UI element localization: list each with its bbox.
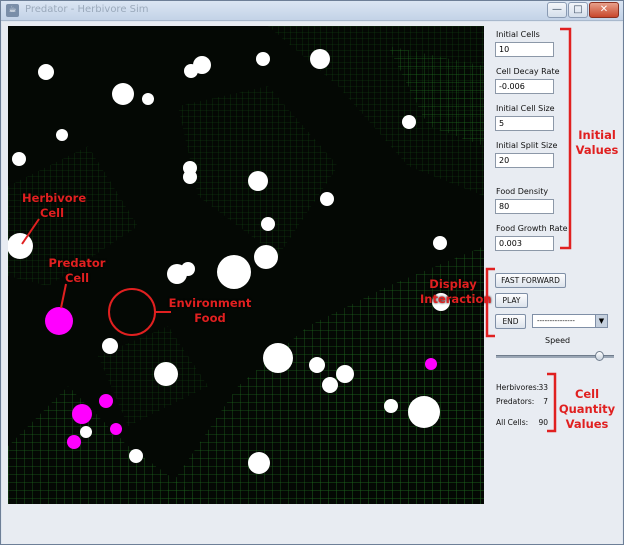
window-title: Predator - Herbivore Sim — [25, 4, 149, 15]
all-cells-count-label: All Cells: — [496, 418, 529, 427]
environment-annotation-line1: Environment — [168, 296, 252, 310]
herbivore-annotation-line2: Cell — [39, 206, 65, 220]
initial-cells-field[interactable]: 10 — [495, 42, 554, 57]
display-annotation-line2: Interaction — [420, 292, 492, 306]
herbivore-cell — [256, 52, 270, 66]
food-density-label: Food Density — [496, 187, 549, 196]
herbivore-cell — [433, 236, 447, 250]
herbivore-cell — [181, 262, 195, 276]
display-annotation: Display Interaction — [420, 277, 492, 307]
environment-annotation-line2: Food — [194, 311, 226, 325]
herbivore-cell — [248, 171, 268, 191]
food-growth-rate-field[interactable]: 0.003 — [495, 236, 554, 251]
title-bar[interactable]: ☕ Predator - Herbivore Sim — □ ✕ — [1, 1, 623, 21]
herbivore-cell — [310, 49, 330, 69]
all-cells-count-value: 90 — [538, 418, 548, 427]
herbivore-cell — [38, 64, 54, 80]
herbivore-cell — [322, 377, 338, 393]
food-growth-rate-label: Food Growth Rate — [496, 224, 568, 233]
herbivore-annotation-line1: Herbivore — [22, 191, 87, 205]
herbivore-cell — [56, 129, 68, 141]
cell-decay-rate-label: Cell Decay Rate — [496, 67, 560, 76]
cell-decay-rate-field[interactable]: -0.006 — [495, 79, 554, 94]
chevron-down-icon[interactable]: ▼ — [595, 315, 607, 327]
java-app-icon: ☕ — [6, 4, 19, 17]
end-button[interactable]: END — [495, 314, 526, 329]
herbivore-cell — [309, 357, 325, 373]
predator-annotation-line2: Cell — [64, 271, 90, 285]
herbivore-cell — [248, 452, 270, 474]
herbivore-cell — [254, 245, 278, 269]
herbivores-count-label: Herbivores: — [496, 383, 540, 392]
cell-quantity-annotation-line1: Cell — [574, 387, 600, 401]
initial-split-size-label: Initial Split Size — [496, 141, 558, 150]
herbivore-cell — [384, 399, 398, 413]
close-button[interactable]: ✕ — [589, 2, 619, 18]
play-button[interactable]: PLAY — [495, 293, 528, 308]
display-select-value: --------------- — [537, 317, 575, 325]
initial-cell-size-field[interactable]: 5 — [495, 116, 554, 131]
predator-cell — [72, 404, 92, 424]
cell-quantity-annotation-line2: Quantity — [558, 402, 616, 416]
predator-cell — [67, 435, 81, 449]
herbivore-annotation: Herbivore Cell — [22, 191, 86, 221]
initial-cells-label: Initial Cells — [496, 30, 540, 39]
display-annotation-line1: Display — [429, 277, 477, 291]
predator-cell — [110, 423, 122, 435]
herbivore-cell — [112, 83, 134, 105]
herbivore-cell — [402, 115, 416, 129]
cell-quantity-annotation: Cell Quantity Values — [558, 387, 616, 432]
predator-cell — [99, 394, 113, 408]
herbivore-cell — [261, 217, 275, 231]
predators-count-label: Predators: — [496, 397, 535, 406]
cell-quantity-annotation-line3: Values — [565, 417, 609, 431]
herbivore-cell — [263, 343, 293, 373]
fast-forward-button[interactable]: FAST FORWARD — [495, 273, 566, 288]
herbivore-cell — [102, 338, 118, 354]
speed-label: Speed — [545, 336, 571, 345]
herbivore-cell — [320, 192, 334, 206]
environment-annotation: Environment Food — [168, 296, 252, 326]
herbivore-cell — [217, 255, 251, 289]
herbivore-cell — [80, 426, 92, 438]
herbivore-cell — [408, 396, 440, 428]
predator-cell — [45, 307, 73, 335]
predator-annotation: Predator Cell — [46, 256, 108, 286]
initial-values-annotation-line2: Values — [575, 143, 619, 157]
initial-values-annotation: Initial Values — [572, 128, 622, 158]
predators-count-value: 7 — [543, 397, 548, 406]
food-density-field[interactable]: 80 — [495, 199, 554, 214]
predator-annotation-line1: Predator — [48, 256, 106, 270]
herbivore-cell — [142, 93, 154, 105]
herbivore-cell — [193, 56, 211, 74]
display-select[interactable]: --------------- ▼ — [532, 314, 608, 328]
herbivore-cell — [154, 362, 178, 386]
minimize-button[interactable]: — — [547, 2, 567, 18]
predator-cell — [425, 358, 437, 370]
herbivore-cell — [129, 449, 143, 463]
maximize-button[interactable]: □ — [568, 2, 588, 18]
initial-values-annotation-line1: Initial — [578, 128, 616, 142]
herbivore-cell — [336, 365, 354, 383]
herbivore-cell — [8, 233, 33, 259]
initial-split-size-field[interactable]: 20 — [495, 153, 554, 168]
initial-cell-size-label: Initial Cell Size — [496, 104, 555, 113]
speed-slider-thumb[interactable] — [594, 351, 604, 361]
herbivore-cell — [12, 152, 26, 166]
herbivores-count-value: 33 — [538, 383, 548, 392]
herbivore-cell — [183, 170, 197, 184]
